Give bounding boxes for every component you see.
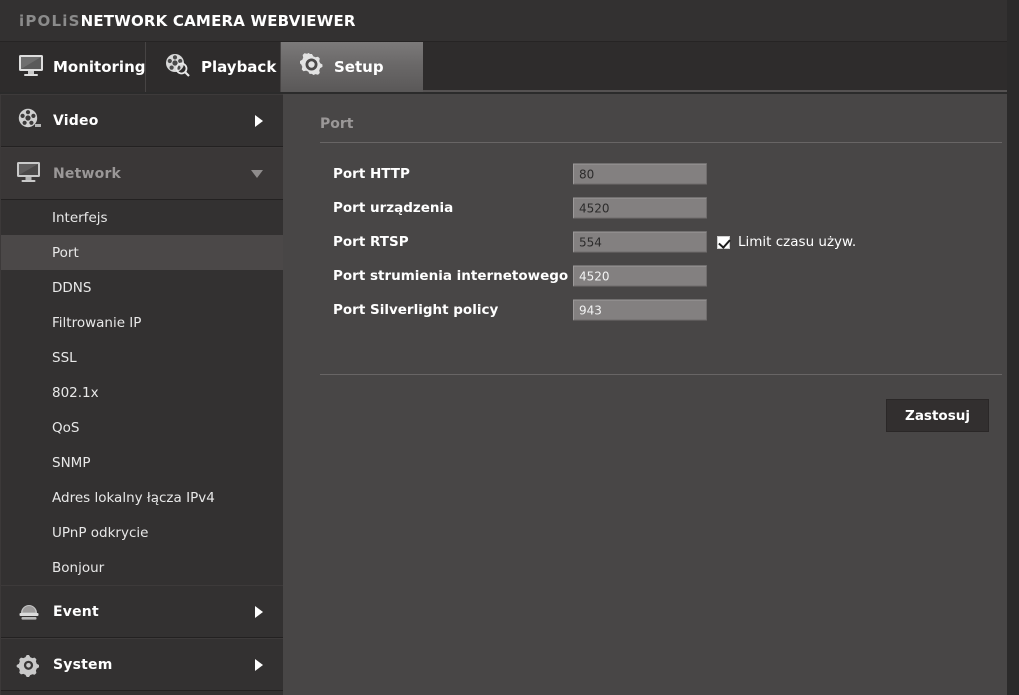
form-row-http: Port HTTP [283, 157, 1007, 191]
input-http[interactable] [573, 163, 707, 185]
sidebar-item-label: UPnP odkrycie [52, 524, 149, 541]
sidebar-item-8021x[interactable]: 802.1x [1, 375, 283, 410]
tab-monitoring[interactable]: Monitoring [0, 42, 146, 92]
film-reel-icon [16, 108, 42, 134]
app-header: iPOLiSNETWORK CAMERA WEBVIEWER [0, 0, 1007, 42]
tab-playback[interactable]: Playback [146, 42, 281, 92]
app-window: iPOLiSNETWORK CAMERA WEBVIEWER Monitorin… [0, 0, 1019, 695]
sidebar-item-label: 802.1x [52, 384, 99, 401]
window-right-edge [1007, 0, 1019, 695]
sidebar-group-event-label: Event [53, 603, 99, 620]
form-row-silverlight: Port Silverlight policy [283, 293, 1007, 327]
film-reel-search-icon [164, 53, 192, 81]
sidebar-item-label: Adres lokalny łącza IPv4 [52, 489, 215, 506]
sidebar-group-event[interactable]: Event [1, 585, 283, 638]
sidebar-item-label: SNMP [52, 454, 91, 471]
form-row-rtsp: Port RTSP Limit czasu używ. [283, 225, 1007, 259]
chevron-down-icon [251, 169, 263, 178]
tab-setup[interactable]: Setup [281, 42, 423, 92]
sidebar-group-video[interactable]: Video [1, 94, 283, 147]
sidebar-group-system[interactable]: System [1, 638, 283, 691]
sidebar-item-label: Bonjour [52, 559, 105, 576]
input-silverlight[interactable] [573, 299, 707, 321]
sidebar-group-network-label: Network [53, 165, 122, 182]
monitor-icon [18, 54, 44, 80]
label-silverlight: Port Silverlight policy [333, 302, 499, 318]
chevron-right-icon [255, 114, 263, 127]
sidebar-group-system-label: System [53, 656, 113, 673]
sidebar-item-label: DDNS [52, 279, 92, 296]
sidebar: Video Network Interfejs Port DDNS Filtrowan… [0, 94, 283, 695]
timeout-checkbox-label: Limit czasu używ. [738, 234, 857, 250]
divider-top [320, 142, 1002, 143]
apply-button[interactable]: Zastosuj [886, 399, 989, 432]
checkbox-checked-icon[interactable] [717, 235, 730, 249]
input-rtsp[interactable] [573, 231, 707, 253]
gear-icon [16, 652, 42, 678]
label-webstream: Port strumienia internetowego [333, 268, 569, 284]
input-device[interactable] [573, 197, 707, 219]
sidebar-item-bonjour[interactable]: Bonjour [1, 550, 283, 585]
gear-icon [299, 52, 325, 82]
form-row-device: Port urządzenia [283, 191, 1007, 225]
sidebar-group-video-label: Video [53, 112, 99, 129]
timeout-checkbox[interactable]: Limit czasu używ. [717, 234, 856, 250]
label-device: Port urządzenia [333, 200, 454, 216]
sidebar-item-upnp[interactable]: UPnP odkrycie [1, 515, 283, 550]
product-name: NETWORK CAMERA WEBVIEWER [80, 12, 356, 30]
monitor-icon [16, 161, 42, 187]
main-content: Port Port HTTP Port urządzenia Port RTSP Li… [283, 94, 1007, 695]
sidebar-item-ssl[interactable]: SSL [1, 340, 283, 375]
panel-title: Port [320, 116, 354, 132]
label-rtsp: Port RTSP [333, 234, 409, 250]
input-webstream[interactable] [573, 265, 707, 287]
chevron-right-icon [255, 658, 263, 671]
page-title: iPOLiSNETWORK CAMERA WEBVIEWER [19, 12, 356, 30]
tab-setup-label: Setup [334, 57, 384, 76]
sidebar-group-network[interactable]: Network [1, 147, 283, 200]
sidebar-item-ddns[interactable]: DDNS [1, 270, 283, 305]
alarm-dome-icon [16, 599, 42, 625]
label-http: Port HTTP [333, 166, 410, 182]
divider-bottom [320, 374, 1002, 375]
chevron-right-icon [255, 605, 263, 618]
sidebar-item-port[interactable]: Port [1, 235, 283, 270]
sidebar-item-label: QoS [52, 419, 80, 436]
sidebar-item-label: Filtrowanie IP [52, 314, 142, 331]
sidebar-item-label: SSL [52, 349, 77, 366]
sidebar-item-interfejs[interactable]: Interfejs [1, 200, 283, 235]
tab-playback-label: Playback [201, 57, 277, 76]
form-row-webstream: Port strumienia internetowego [283, 259, 1007, 293]
sidebar-item-ipv4-local[interactable]: Adres lokalny łącza IPv4 [1, 480, 283, 515]
sidebar-item-ip-filter[interactable]: Filtrowanie IP [1, 305, 283, 340]
sidebar-network-sublist: Interfejs Port DDNS Filtrowanie IP SSL 802.1x… [1, 200, 283, 585]
tab-bar: Monitoring Playback Setup [0, 42, 1007, 92]
sidebar-item-label: Interfejs [52, 209, 108, 226]
sidebar-item-snmp[interactable]: SNMP [1, 445, 283, 480]
port-settings-form: Port HTTP Port urządzenia Port RTSP Limit c… [283, 157, 1007, 327]
brand-name: iPOLiS [19, 12, 81, 30]
sidebar-item-label: Port [52, 244, 79, 261]
sidebar-item-qos[interactable]: QoS [1, 410, 283, 445]
tab-monitoring-label: Monitoring [53, 57, 146, 76]
